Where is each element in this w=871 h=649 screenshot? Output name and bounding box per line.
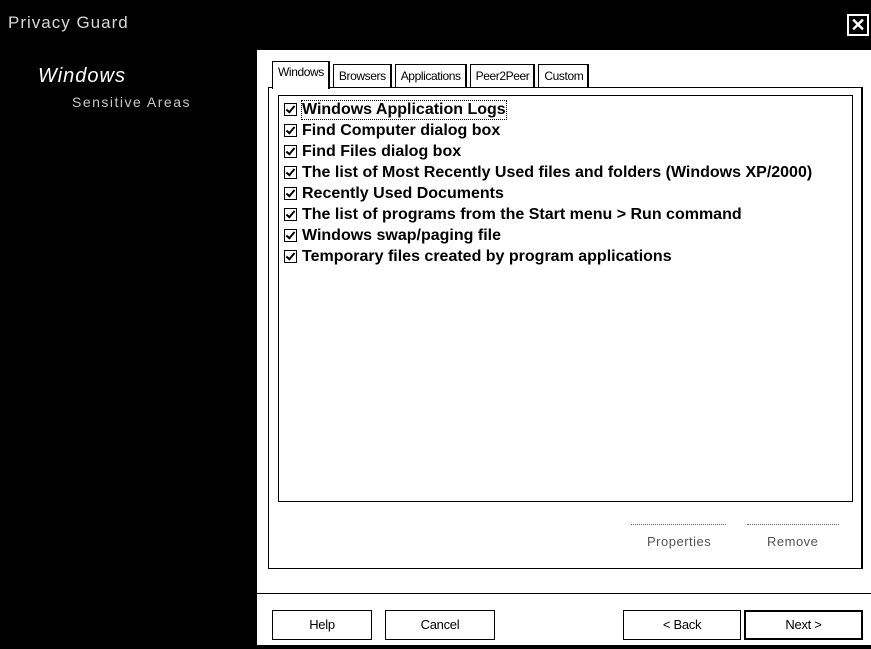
button-bar-divider bbox=[257, 593, 871, 594]
list-item[interactable]: Windows Application Logs bbox=[284, 99, 507, 120]
list-item-label: Find Computer dialog box bbox=[302, 121, 501, 139]
sidebar-heading: Windows bbox=[38, 65, 126, 87]
list-item[interactable]: Recently Used Documents bbox=[284, 183, 504, 204]
properties-button[interactable]: Properties bbox=[647, 534, 711, 549]
list-item[interactable]: The list of programs from the Start menu… bbox=[284, 204, 742, 225]
checkbox[interactable] bbox=[284, 208, 297, 221]
list-item[interactable]: The list of Most Recently Used files and… bbox=[284, 162, 812, 183]
cancel-button[interactable]: Cancel bbox=[385, 610, 495, 640]
tab-strip: Windows Browsers Applications Peer2Peer … bbox=[272, 61, 592, 89]
properties-label: Properties bbox=[647, 534, 712, 549]
checkbox[interactable] bbox=[284, 166, 297, 179]
tab-custom[interactable]: Custom bbox=[538, 64, 590, 88]
checkbox[interactable] bbox=[284, 229, 297, 242]
properties-divider bbox=[631, 524, 726, 525]
checkbox[interactable] bbox=[284, 187, 297, 200]
list-item[interactable]: Find Computer dialog box bbox=[284, 120, 500, 141]
list-item[interactable]: Find Files dialog box bbox=[284, 141, 461, 162]
close-button[interactable]: ✕ bbox=[847, 14, 869, 36]
checkbox[interactable] bbox=[284, 103, 297, 116]
window-title: Privacy Guard bbox=[8, 13, 129, 32]
tab-browsers[interactable]: Browsers bbox=[332, 64, 392, 88]
list-item-label: Recently Used Documents bbox=[302, 184, 504, 202]
tab-peer2peer[interactable]: Peer2Peer bbox=[469, 64, 536, 88]
sensitive-areas-list[interactable]: Windows Application Logs Find Computer d… bbox=[278, 95, 853, 502]
list-item-label: Temporary files created by program appli… bbox=[302, 247, 672, 265]
close-icon: ✕ bbox=[850, 15, 866, 35]
list-item-label: Windows swap/paging file bbox=[302, 226, 501, 244]
sidebar-subheading: Sensitive Areas bbox=[72, 94, 191, 110]
sidebar: Windows Sensitive Areas bbox=[0, 42, 257, 649]
tab-applications[interactable]: Applications bbox=[394, 64, 467, 88]
checkbox[interactable] bbox=[284, 250, 297, 263]
checkbox[interactable] bbox=[284, 124, 297, 137]
help-button[interactable]: Help bbox=[272, 610, 372, 640]
tab-panel: Windows Application Logs Find Computer d… bbox=[268, 87, 863, 569]
list-item-label: Find Files dialog box bbox=[302, 142, 462, 160]
list-item-label: Windows Application Logs bbox=[301, 99, 507, 120]
top-strip bbox=[257, 42, 871, 50]
next-button[interactable]: Next > bbox=[744, 610, 863, 640]
list-item-label: The list of Most Recently Used files and… bbox=[302, 163, 813, 181]
title-bar: Privacy Guard ✕ bbox=[0, 0, 871, 42]
remove-label: Remove bbox=[767, 534, 819, 549]
list-item[interactable]: Windows swap/paging file bbox=[284, 225, 501, 246]
bottom-edge bbox=[257, 645, 871, 649]
back-button[interactable]: < Back bbox=[623, 610, 741, 640]
privacy-guard-window: Privacy Guard ✕ Windows Sensitive Areas … bbox=[0, 0, 871, 649]
remove-divider bbox=[747, 524, 839, 525]
list-item-label: The list of programs from the Start menu… bbox=[302, 205, 742, 223]
remove-button[interactable]: Remove bbox=[767, 534, 818, 549]
tab-windows[interactable]: Windows bbox=[272, 61, 330, 89]
checkbox[interactable] bbox=[284, 145, 297, 158]
list-item[interactable]: Temporary files created by program appli… bbox=[284, 246, 672, 267]
